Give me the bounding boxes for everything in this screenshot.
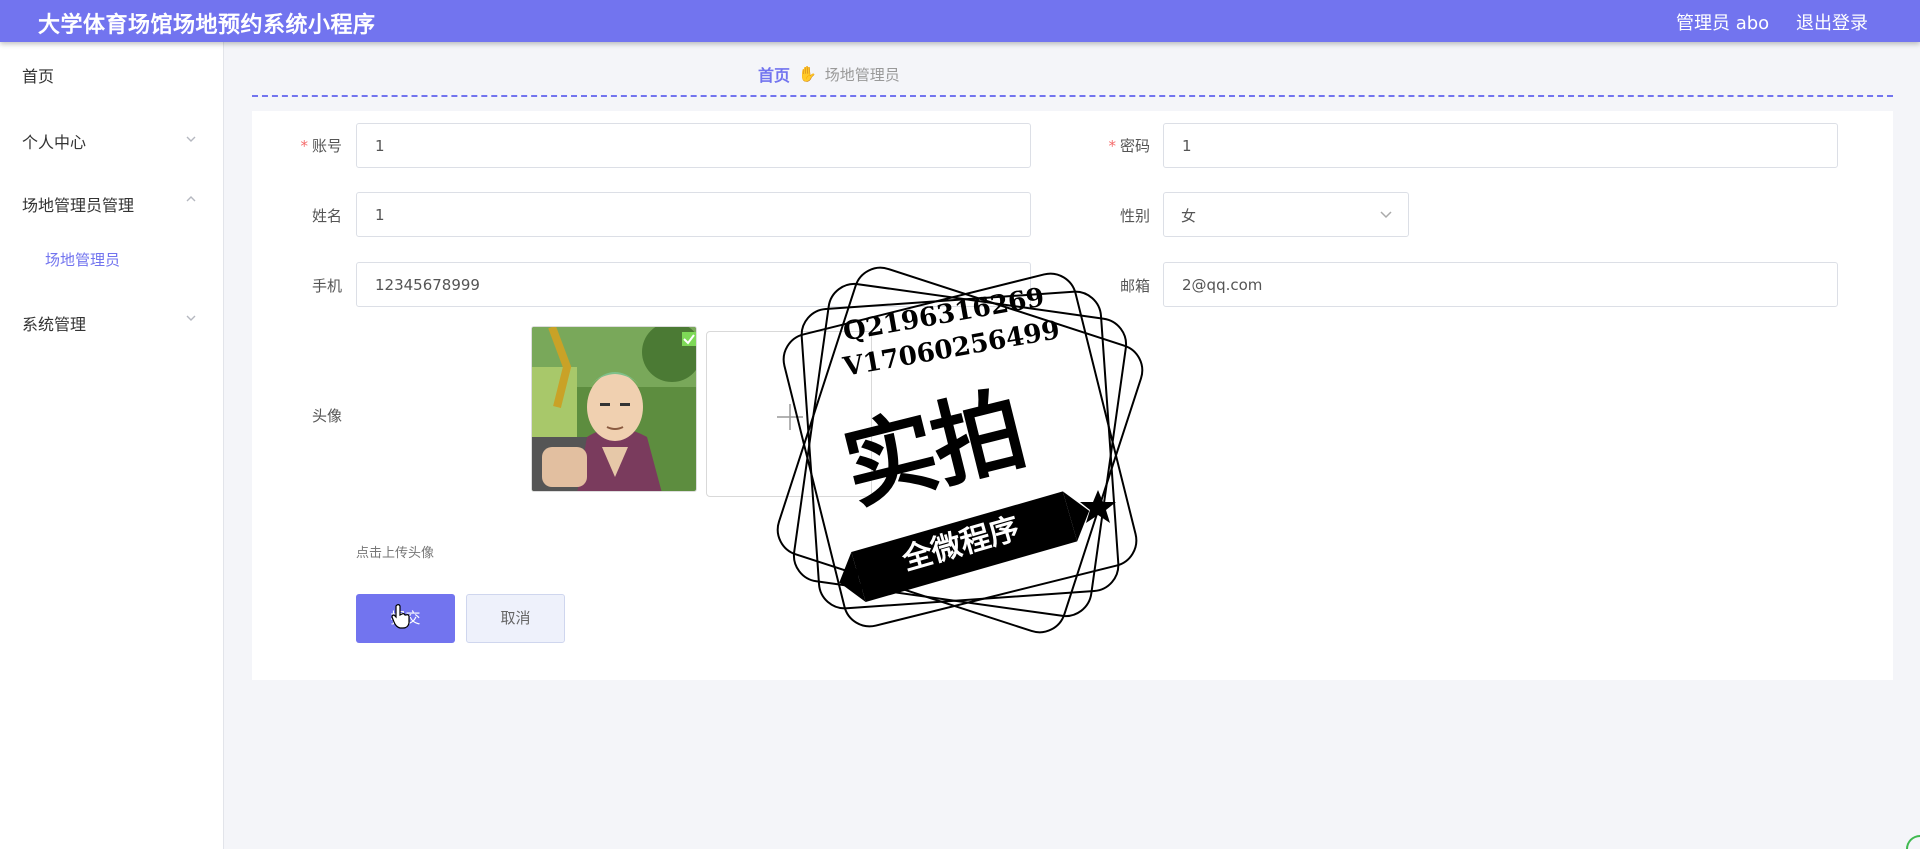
top-header: 大学体育场馆场地预约系统小程序 管理员 abo 退出登录 [0, 0, 1920, 42]
chevron-up-icon [186, 196, 196, 202]
hand-cursor-icon [391, 604, 410, 629]
app-title: 大学体育场馆场地预约系统小程序 [38, 13, 376, 38]
required-mark: * [300, 137, 308, 155]
breadcrumb-current: 场地管理员 [824, 65, 900, 84]
email-label: 邮箱 [1119, 277, 1150, 295]
name-label: 姓名 [311, 207, 342, 225]
avatar-upload-hint: 点击上传头像 [356, 546, 435, 561]
avatar-upload-box[interactable] [706, 331, 872, 497]
logout-link[interactable]: 退出登录 [1796, 9, 1868, 35]
chevron-down-icon [1380, 211, 1392, 219]
sidebar-item-venue-admin[interactable]: 场地管理员 [45, 249, 120, 270]
current-user-label: 管理员 abo [1676, 13, 1770, 34]
sidebar-item-system-manage[interactable]: 系统管理 [22, 311, 86, 335]
avatar-label: 头像 [311, 407, 342, 425]
breadcrumb: 首页 ✋ 场地管理员 [758, 63, 900, 85]
breadcrumb-home[interactable]: 首页 [758, 62, 790, 86]
gender-select[interactable]: 女 [1163, 192, 1409, 237]
sidebar-item-venue-admin-manage[interactable]: 场地管理员管理 [22, 192, 134, 216]
password-input[interactable] [1163, 123, 1838, 168]
chevron-down-icon [186, 315, 196, 321]
plus-icon [777, 404, 803, 430]
account-input[interactable] [356, 123, 1031, 168]
sidebar-item-home[interactable]: 首页 [22, 63, 54, 87]
breadcrumb-divider [252, 95, 1893, 97]
required-mark: * [1108, 137, 1116, 155]
gender-selected-value: 女 [1181, 207, 1197, 225]
cancel-button[interactable]: 取消 [466, 594, 565, 643]
sidebar-item-personal-center[interactable]: 个人中心 [22, 129, 86, 153]
account-label: * 账号 [300, 137, 342, 155]
avatar-image[interactable] [531, 326, 697, 492]
phone-label: 手机 [311, 277, 342, 295]
hand-icon: ✋ [798, 65, 817, 83]
chevron-down-icon [186, 136, 196, 142]
password-label: * 密码 [1108, 137, 1150, 155]
email-input[interactable] [1163, 262, 1838, 307]
phone-input[interactable] [356, 262, 1031, 307]
sidebar: 首页 个人中心 场地管理员管理 场地管理员 系统管理 [0, 42, 224, 849]
name-input[interactable] [356, 192, 1031, 237]
gender-label: 性别 [1119, 207, 1150, 225]
corner-indicator [1906, 835, 1920, 849]
